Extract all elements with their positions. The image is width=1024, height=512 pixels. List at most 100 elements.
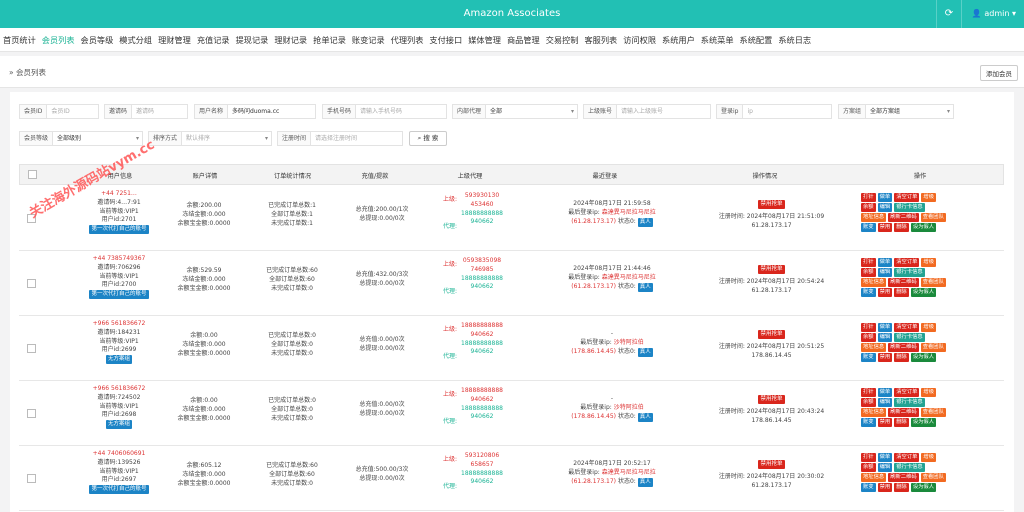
agent-phone[interactable]: 18888888888: [457, 405, 507, 414]
action-button[interactable]: 编辑: [877, 203, 893, 212]
action-button[interactable]: 地址信息: [861, 278, 887, 287]
action-button[interactable]: 清空订单: [894, 453, 920, 462]
real-person-tag[interactable]: 真人: [637, 412, 653, 422]
ban-grab-tag[interactable]: 禁用抢单: [758, 330, 785, 339]
nav-item[interactable]: 系统菜单: [698, 28, 737, 51]
action-button[interactable]: 地址信息: [861, 473, 887, 482]
real-person-tag[interactable]: 真人: [637, 217, 653, 227]
action-button[interactable]: 打针: [861, 453, 876, 462]
action-button[interactable]: 做单: [877, 258, 893, 267]
action-button[interactable]: 设为假人: [910, 483, 937, 492]
real-person-tag[interactable]: 真人: [637, 282, 653, 292]
parent-phone[interactable]: 593930130: [457, 192, 507, 201]
real-person-tag[interactable]: 真人: [637, 347, 653, 357]
select-all-checkbox[interactable]: [28, 170, 37, 179]
action-button[interactable]: 禁用: [877, 353, 893, 362]
nav-item[interactable]: 系统用户: [659, 28, 698, 51]
nav-item[interactable]: 访问权限: [620, 28, 659, 51]
nav-item[interactable]: 充值记录: [194, 28, 233, 51]
action-button[interactable]: 做单: [877, 193, 893, 202]
action-button[interactable]: 刷新二维码: [888, 343, 919, 352]
add-member-button[interactable]: 添加会员: [980, 65, 1018, 81]
agent-phone[interactable]: 18888888888: [457, 275, 507, 284]
action-button[interactable]: 编辑: [877, 398, 893, 407]
nav-item[interactable]: 会员等级: [78, 28, 117, 51]
action-button[interactable]: 设为假人: [910, 353, 937, 362]
nav-item[interactable]: 首页统计: [0, 28, 39, 51]
action-button[interactable]: 禁用: [877, 288, 893, 297]
action-button[interactable]: 清空订单: [894, 193, 920, 202]
action-button[interactable]: 删除: [894, 288, 909, 297]
action-button[interactable]: 增级: [921, 258, 937, 267]
phone-field[interactable]: 手机号码 请输入手机号码: [322, 104, 447, 119]
action-button[interactable]: 打针: [861, 193, 876, 202]
action-button[interactable]: 设为假人: [910, 223, 937, 232]
action-button[interactable]: 清空订单: [894, 323, 920, 332]
action-button[interactable]: 编辑: [877, 268, 893, 277]
plan-tag[interactable]: 第一次代打自己的账号: [89, 485, 149, 495]
nav-item[interactable]: 媒体管理: [465, 28, 504, 51]
phone-input[interactable]: 请输入手机号码: [356, 105, 406, 118]
action-button[interactable]: 删除: [894, 418, 909, 427]
action-button[interactable]: 银行卡信息: [894, 463, 925, 472]
row-checkbox[interactable]: [27, 409, 36, 418]
action-button[interactable]: 刷新二维码: [888, 408, 919, 417]
agent-phone[interactable]: 18888888888: [457, 470, 507, 479]
nav-item[interactable]: 会员列表: [39, 29, 78, 51]
action-button[interactable]: 设为假人: [910, 418, 937, 427]
plan-tag[interactable]: 第一次代打自己的账号: [89, 290, 149, 300]
nav-item[interactable]: 理财记录: [271, 28, 310, 51]
nav-item[interactable]: 客服列表: [581, 28, 620, 51]
action-button[interactable]: 账变: [861, 483, 876, 492]
action-button[interactable]: 账变: [861, 418, 876, 427]
plan-tag[interactable]: 无方案组: [105, 355, 132, 365]
nav-item[interactable]: 账变记录: [349, 28, 388, 51]
action-button[interactable]: 查看团队: [920, 213, 946, 222]
action-button[interactable]: 余额: [861, 333, 876, 342]
action-button[interactable]: 余额: [861, 463, 876, 472]
row-checkbox[interactable]: [27, 474, 36, 483]
action-button[interactable]: 账变: [861, 288, 876, 297]
member-level-select[interactable]: 会员等级 全部级别: [19, 131, 143, 146]
invite-code-field[interactable]: 邀请码 邀请码: [104, 104, 188, 119]
action-button[interactable]: 银行卡信息: [894, 203, 925, 212]
row-checkbox[interactable]: [27, 279, 36, 288]
action-button[interactable]: 刷新二维码: [888, 473, 919, 482]
user-name-field[interactable]: 用户名称 多码问duoma.cc: [194, 104, 316, 119]
plan-tag[interactable]: 第一次代打自己的账号: [89, 225, 149, 235]
action-button[interactable]: 增级: [921, 323, 937, 332]
nav-item[interactable]: 商品管理: [504, 28, 543, 51]
nav-item[interactable]: 支付接口: [426, 28, 465, 51]
action-button[interactable]: 地址信息: [861, 213, 887, 222]
action-button[interactable]: 地址信息: [861, 343, 887, 352]
action-button[interactable]: 编辑: [877, 463, 893, 472]
action-button[interactable]: 增级: [921, 453, 937, 462]
action-button[interactable]: 打针: [861, 258, 876, 267]
nav-item[interactable]: 系统日志: [775, 28, 814, 51]
reg-time-field[interactable]: 注册时间 请选择注册时间: [277, 131, 403, 146]
parent-account-input[interactable]: 请输入上级账号: [617, 105, 667, 118]
action-button[interactable]: 删除: [894, 483, 909, 492]
agent-phone[interactable]: 18888888888: [457, 340, 507, 349]
ban-grab-tag[interactable]: 禁用抢单: [758, 200, 785, 209]
action-button[interactable]: 做单: [877, 388, 893, 397]
sort-select[interactable]: 排序方式 默认排序: [148, 131, 272, 146]
plan-group-select[interactable]: 方案组 全部方案组: [838, 104, 954, 119]
nav-item[interactable]: 理财管理: [155, 28, 194, 51]
action-button[interactable]: 删除: [894, 223, 909, 232]
action-button[interactable]: 查看团队: [920, 408, 946, 417]
action-button[interactable]: 银行卡信息: [894, 398, 925, 407]
action-button[interactable]: 删除: [894, 353, 909, 362]
action-button[interactable]: 账变: [861, 223, 876, 232]
action-button[interactable]: 做单: [877, 453, 893, 462]
search-button[interactable]: ⌕ 搜 索: [409, 131, 447, 146]
ban-grab-tag[interactable]: 禁用抢单: [758, 265, 785, 274]
parent-phone[interactable]: 18888888888: [457, 387, 507, 396]
member-id-field[interactable]: 会员ID 会员ID: [19, 104, 99, 119]
real-person-tag[interactable]: 真人: [637, 477, 653, 487]
action-button[interactable]: 银行卡信息: [894, 333, 925, 342]
action-button[interactable]: 刷新二维码: [888, 213, 919, 222]
nav-item[interactable]: 抢单记录: [310, 28, 349, 51]
action-button[interactable]: 账变: [861, 353, 876, 362]
action-button[interactable]: 地址信息: [861, 408, 887, 417]
